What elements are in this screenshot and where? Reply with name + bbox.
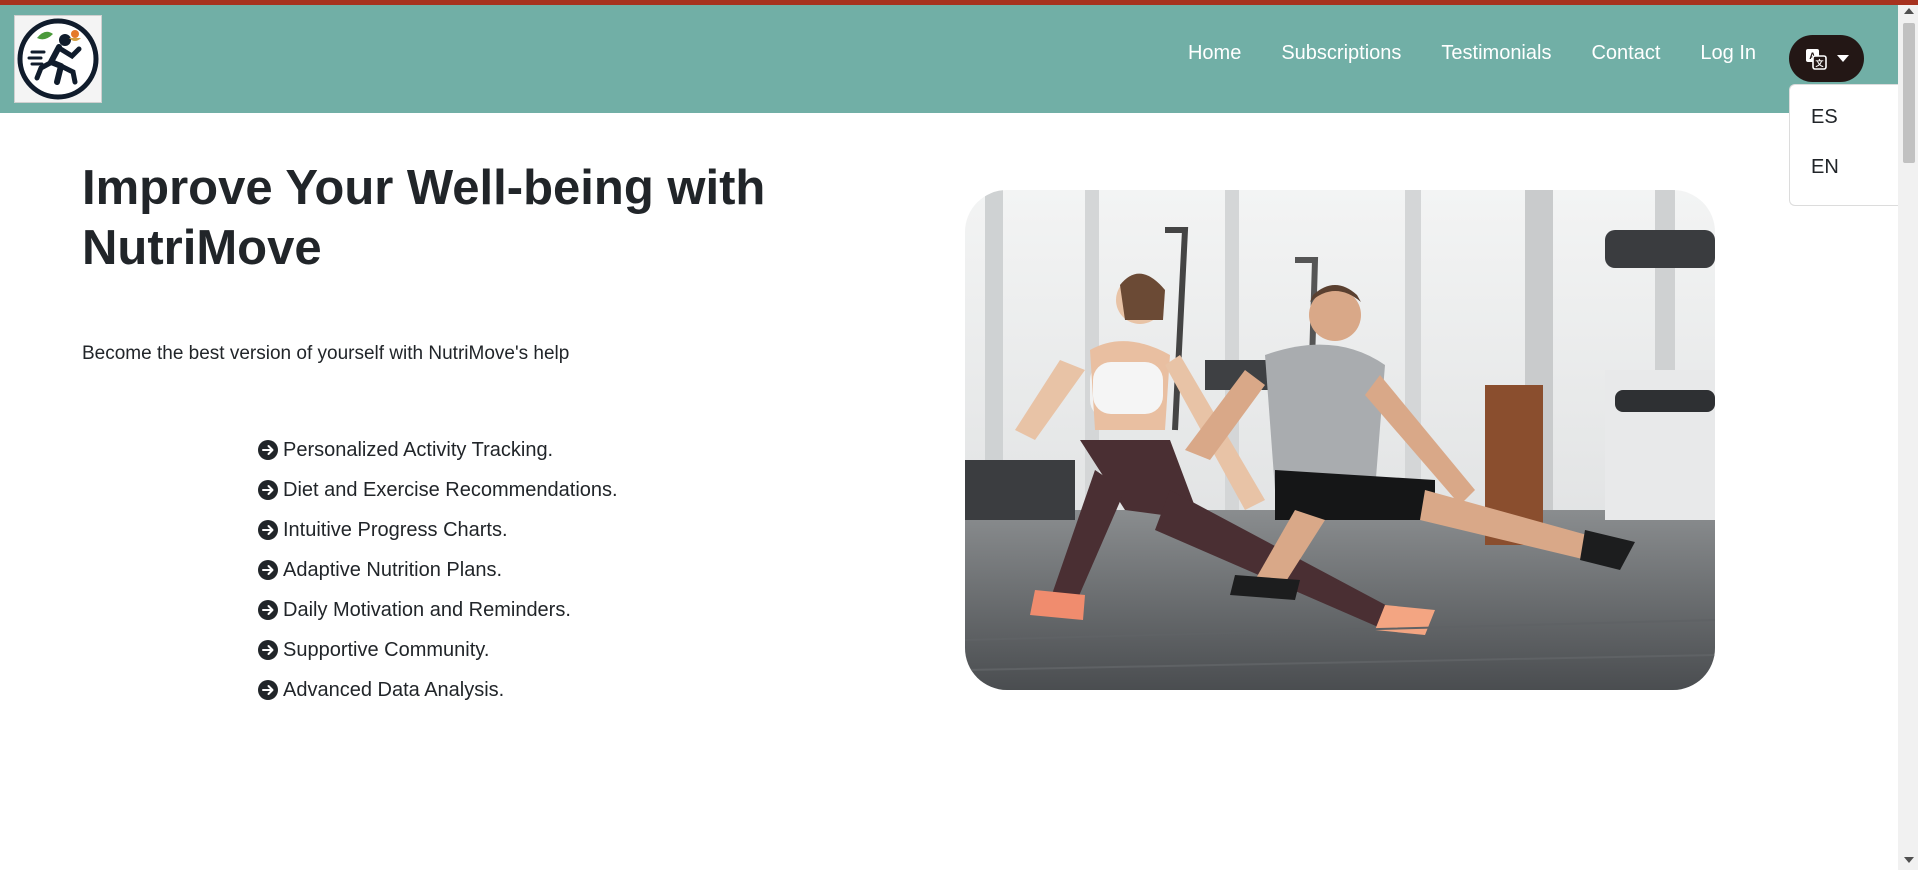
feature-text: Supportive Community. [283,638,490,661]
navbar: Home Subscriptions Testimonials Contact … [0,5,1898,113]
feature-item: Daily Motivation and Reminders. [258,590,618,630]
page-scrollbar[interactable] [1898,5,1918,870]
feature-text: Diet and Exercise Recommendations. [283,478,618,501]
scroll-thumb[interactable] [1903,23,1915,163]
arrow-circle-right-icon [258,640,278,660]
feature-text: Personalized Activity Tracking. [283,438,554,461]
nav-subscriptions-link[interactable]: Subscriptions [1281,42,1401,65]
feature-item: Supportive Community. [258,630,618,670]
feature-item: Diet and Exercise Recommendations. [258,470,618,510]
nav-home-link[interactable]: Home [1188,42,1241,65]
feature-item: Advanced Data Analysis. [258,670,618,710]
logo[interactable] [14,15,102,103]
gym-stretching-illustration [965,190,1715,690]
hero-title: Improve Your Well-being with NutriMove [82,161,766,275]
caret-down-icon [1836,54,1849,62]
translate-icon: A 文 [1805,48,1827,70]
language-menu: ES EN [1789,84,1898,206]
language-dropdown-button[interactable]: A 文 [1789,35,1864,82]
nav-links: Home Subscriptions Testimonials Contact … [1148,42,1756,65]
arrow-circle-right-icon [258,480,278,500]
feature-item: Personalized Activity Tracking. [258,430,618,470]
feature-text: Daily Motivation and Reminders. [283,598,571,621]
feature-text: Adaptive Nutrition Plans. [283,558,503,581]
feature-list: Personalized Activity Tracking. Diet and… [258,430,618,710]
hero-subtitle: Become the best version of yourself with… [82,343,570,364]
feature-text: Intuitive Progress Charts. [283,518,508,541]
scroll-up-arrow-icon[interactable] [1904,8,1914,14]
svg-text:文: 文 [1815,58,1824,68]
feature-text: Advanced Data Analysis. [283,678,505,701]
scroll-down-arrow-icon[interactable] [1904,857,1914,863]
nav-login-link[interactable]: Log In [1700,42,1756,65]
nav-testimonials-link[interactable]: Testimonials [1441,42,1551,65]
language-option-en[interactable]: EN [1811,156,1839,179]
arrow-circle-right-icon [258,600,278,620]
nav-contact-link[interactable]: Contact [1591,42,1660,65]
feature-item: Intuitive Progress Charts. [258,510,618,550]
language-option-es[interactable]: ES [1811,106,1838,129]
arrow-circle-right-icon [258,560,278,580]
arrow-circle-right-icon [258,440,278,460]
arrow-circle-right-icon [258,680,278,700]
arrow-circle-right-icon [258,520,278,540]
feature-item: Adaptive Nutrition Plans. [258,550,618,590]
runner-logo-icon [17,18,99,100]
hero-fitness-photo [965,190,1715,690]
